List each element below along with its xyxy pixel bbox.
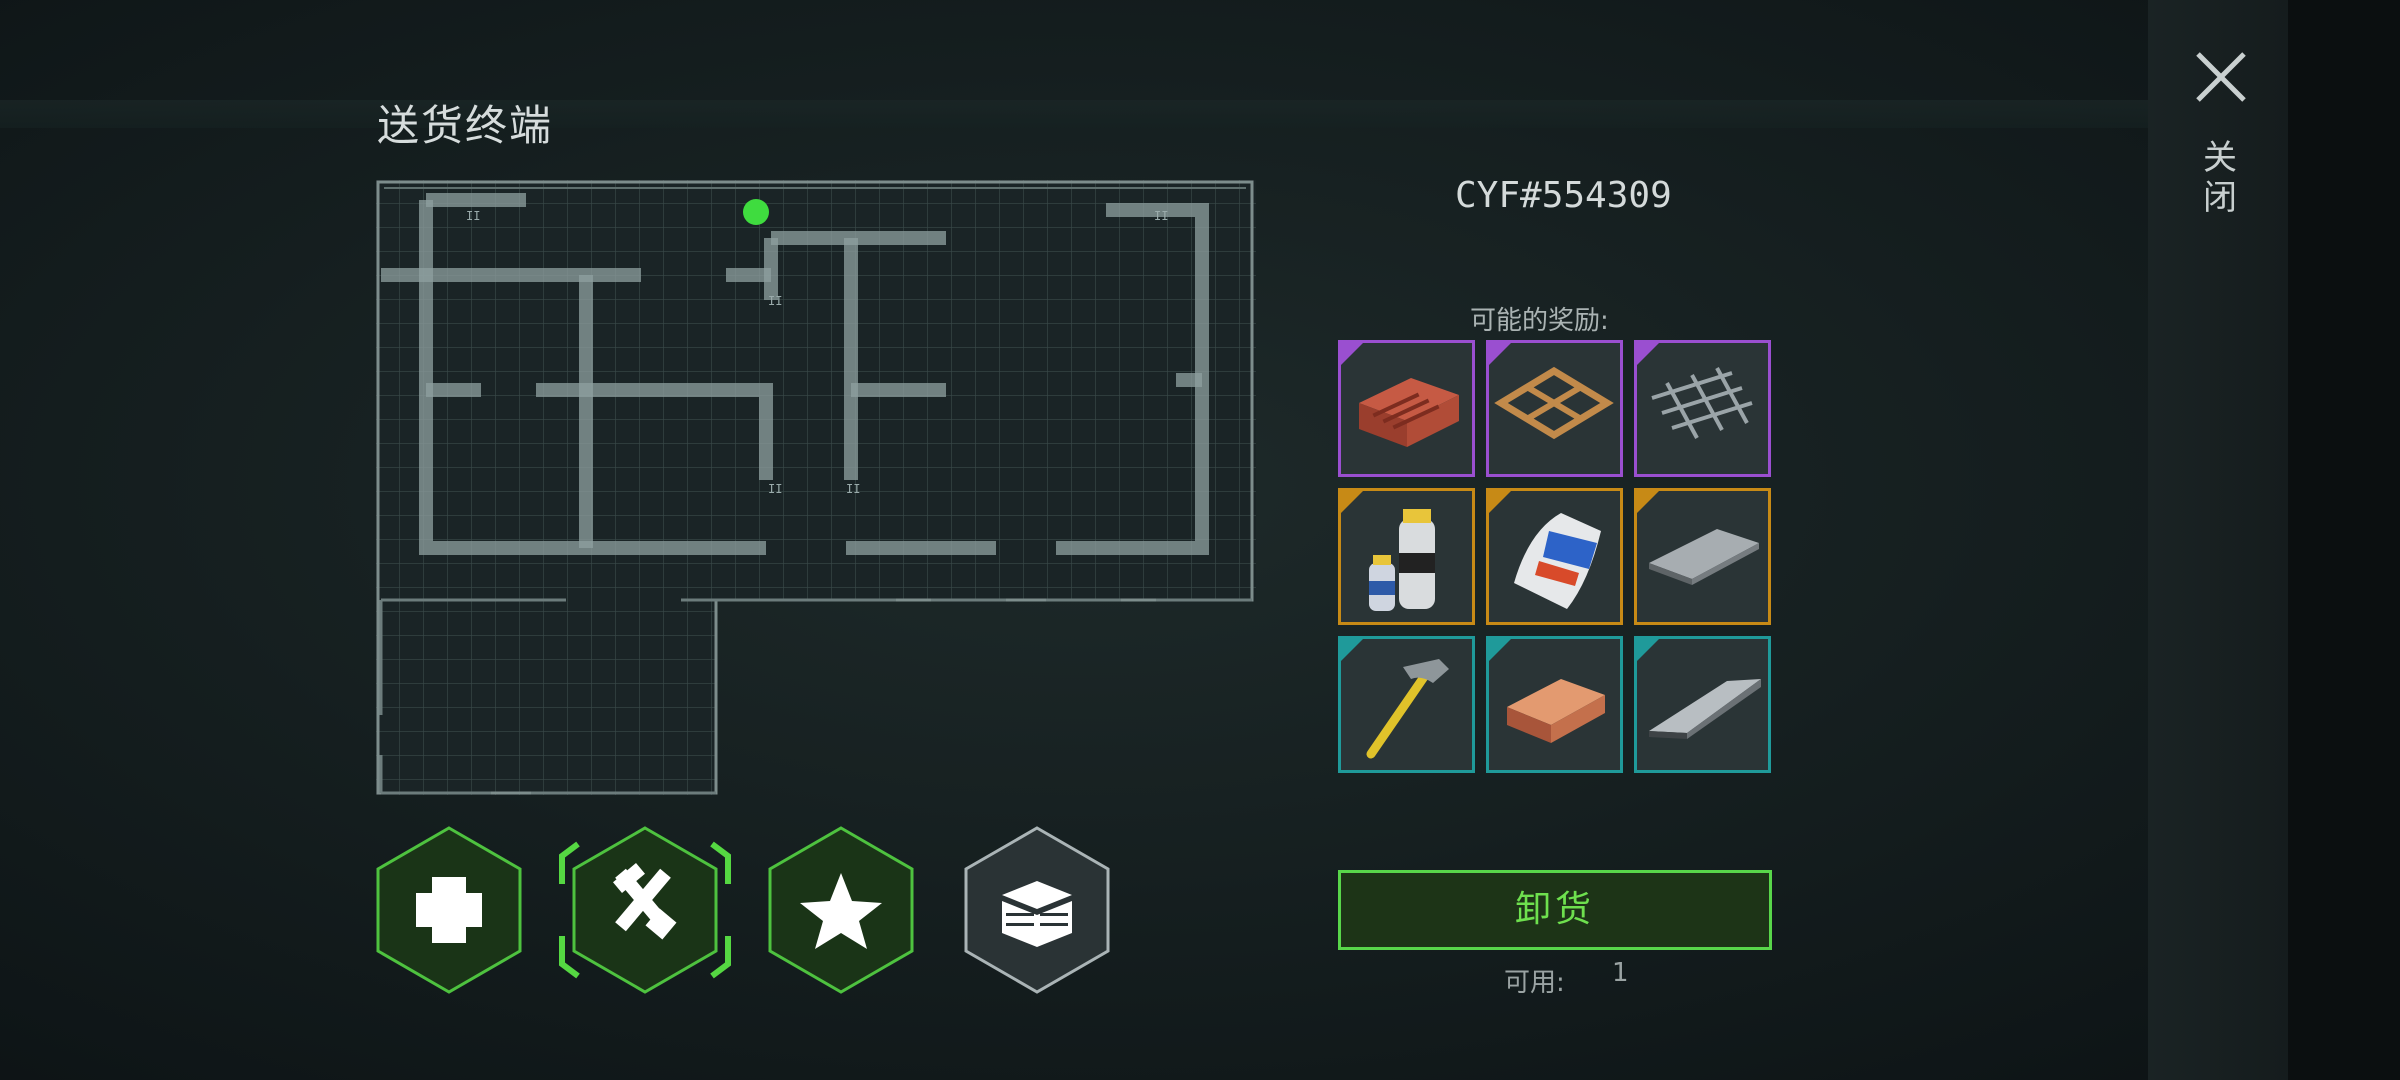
close-label[interactable]: 关闭 [2200, 138, 2240, 218]
reward-slot[interactable] [1634, 340, 1771, 477]
svg-text:II: II [466, 209, 480, 223]
reward-slot[interactable] [1486, 340, 1623, 477]
steel-ingot-icon [1649, 679, 1761, 739]
svg-text:II: II [768, 482, 782, 496]
reward-slot[interactable] [1338, 340, 1475, 477]
metal-plate-icon [1649, 529, 1759, 585]
selected-indicator [559, 841, 731, 979]
close-icon[interactable] [2192, 48, 2250, 106]
svg-text:II: II [768, 294, 782, 308]
base-map[interactable]: II II II II II [376, 180, 1256, 795]
category-crate-button[interactable] [962, 825, 1112, 995]
delivery-code: CYF#554309 [1455, 175, 1672, 216]
rewards-grid [1338, 340, 1772, 774]
reward-slot[interactable] [1486, 636, 1623, 773]
resin-hardener-icon [1369, 509, 1435, 611]
available-count: 1 [1612, 958, 1629, 988]
reward-slot[interactable] [1338, 636, 1475, 773]
right-edge [2288, 0, 2400, 1080]
hammer-icon [1366, 659, 1449, 759]
svg-text:II: II [846, 482, 860, 496]
top-band [0, 100, 2400, 128]
svg-text:II: II [1154, 209, 1168, 223]
unload-button[interactable]: 卸货 [1338, 870, 1772, 950]
available-label: 可用: [1504, 968, 1565, 998]
cement-bag-icon [1514, 513, 1601, 609]
brick-icon [1359, 378, 1459, 447]
page-title: 送货终端 [377, 101, 554, 150]
category-star-button[interactable] [766, 825, 916, 995]
copper-ingot-icon [1507, 679, 1605, 743]
reward-slot[interactable] [1634, 488, 1771, 625]
player-marker [743, 199, 769, 225]
reward-slot[interactable] [1338, 488, 1475, 625]
rewards-label: 可能的奖励: [1470, 306, 1609, 336]
category-medical-button[interactable] [374, 825, 524, 995]
wooden-frame-icon [1494, 366, 1614, 440]
reward-slot[interactable] [1486, 488, 1623, 625]
rebar-grid-icon [1651, 367, 1753, 439]
reward-slot[interactable] [1634, 636, 1771, 773]
